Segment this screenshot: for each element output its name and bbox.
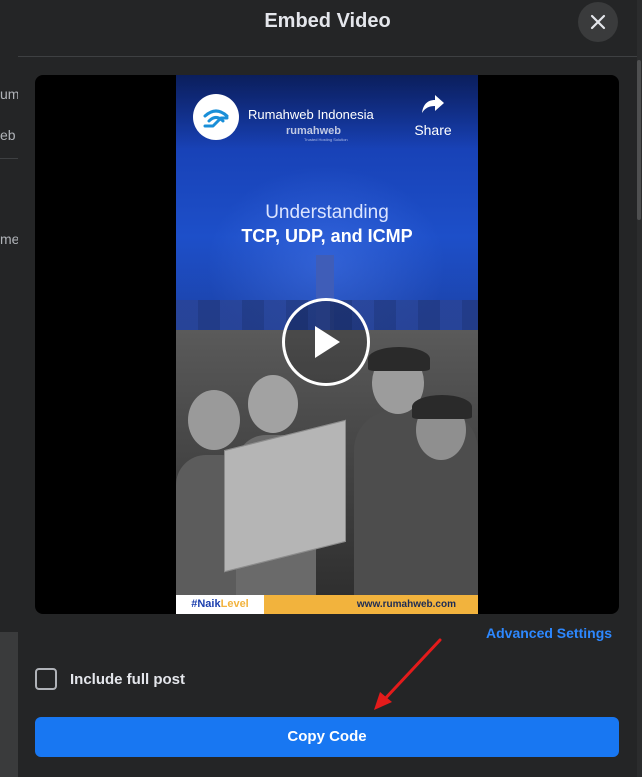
thumbnail-cap (412, 395, 472, 419)
play-button[interactable] (282, 298, 370, 386)
background-scrollbar-track (637, 0, 642, 777)
thumbnail-title-line2: TCP, UDP, and ICMP (241, 226, 413, 246)
thumbnail-title-line1: Understanding (265, 202, 389, 223)
thumbnail-person-head (248, 375, 298, 433)
thumbnail-footer-bar: #NaikLevel www.rumahweb.com (176, 595, 478, 614)
share-button[interactable]: Share (406, 93, 460, 138)
include-full-post-checkbox[interactable] (35, 668, 57, 690)
channel-logo[interactable] (193, 94, 239, 140)
channel-name[interactable]: Rumahweb Indonesia (248, 107, 374, 122)
dialog-title: Embed Video (264, 10, 391, 32)
thumbnail-cap (368, 347, 430, 371)
background-text: uma (0, 86, 18, 102)
video-player[interactable]: rumahweb Trusted Hosting Solution Unders… (35, 75, 619, 614)
background-divider (0, 158, 18, 159)
advanced-settings-link[interactable]: Advanced Settings (486, 625, 612, 641)
background-scrollbar-thumb[interactable] (637, 60, 641, 220)
embed-video-dialog: Embed Video rumahweb Trusted Hosting Sol… (18, 0, 637, 777)
play-icon (315, 326, 340, 358)
share-arrow-icon (422, 95, 444, 113)
background-text: eb (0, 127, 16, 143)
close-icon (590, 14, 606, 30)
thumbnail-hashtag: #NaikLevel (176, 595, 264, 614)
video-thumbnail: rumahweb Trusted Hosting Solution Unders… (176, 75, 478, 614)
background-panel (0, 632, 18, 777)
hashtag-prefix: #Naik (191, 598, 221, 610)
background-page: uma eb me (0, 0, 18, 777)
dialog-header: Embed Video (18, 0, 637, 57)
copy-code-button[interactable]: Copy Code (35, 717, 619, 757)
include-full-post-label: Include full post (70, 670, 185, 688)
background-text: me (0, 231, 18, 247)
close-button[interactable] (578, 2, 618, 42)
share-label: Share (414, 122, 452, 138)
rumahweb-logo-icon (203, 109, 229, 128)
thumbnail-website: www.rumahweb.com (356, 599, 456, 610)
hashtag-suffix: Level (220, 598, 249, 610)
thumbnail-person-head (188, 390, 240, 450)
include-full-post-option[interactable]: Include full post (35, 668, 185, 690)
